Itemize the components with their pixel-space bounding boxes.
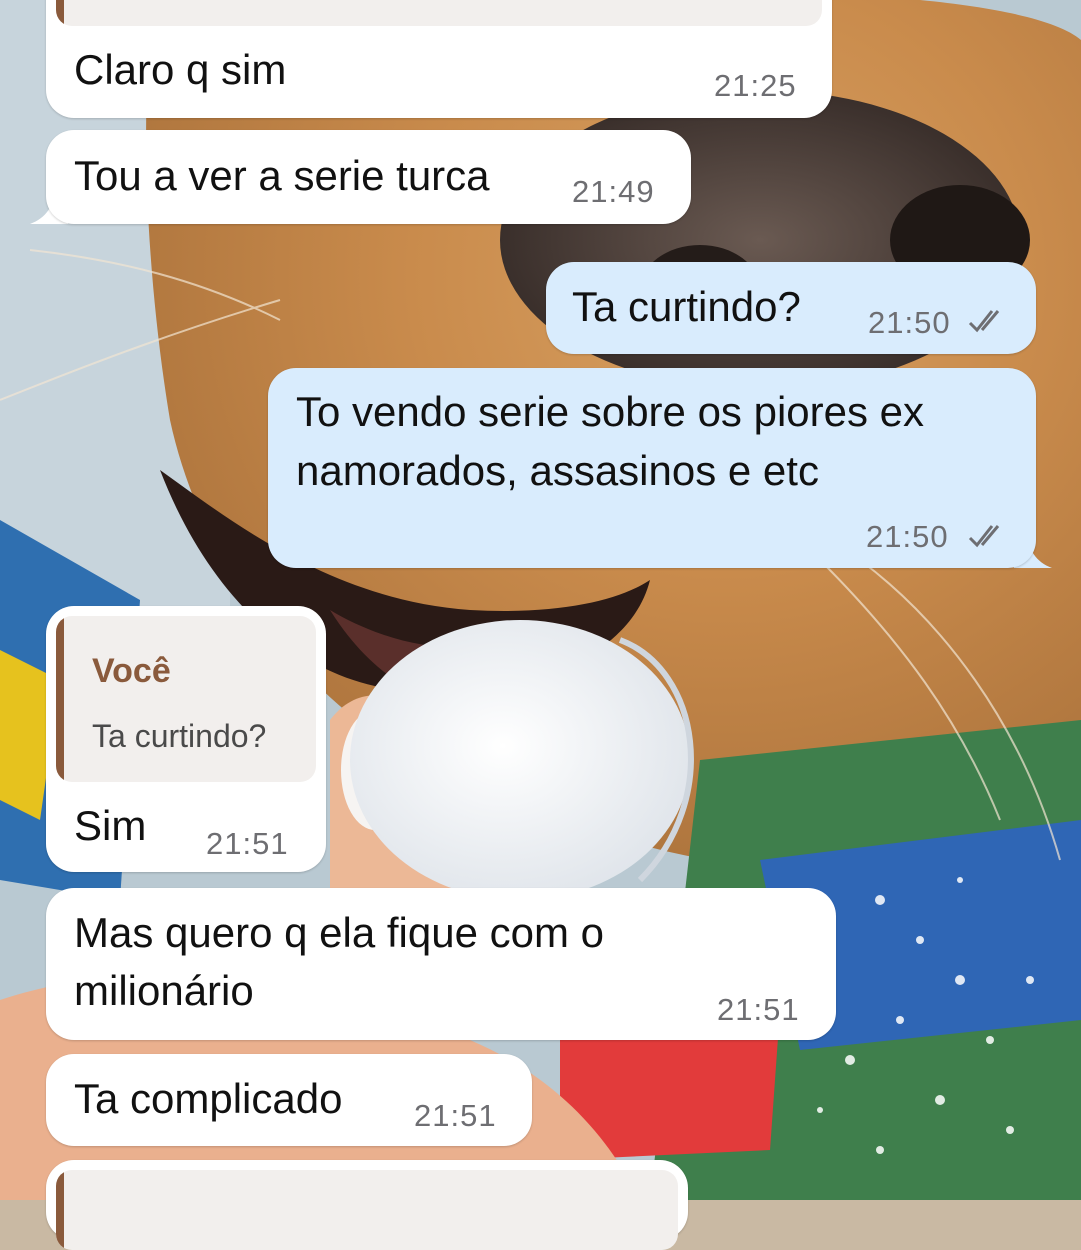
message-timestamp: 21:25 — [714, 68, 797, 103]
quote-text: Ta curtindo? — [92, 718, 267, 754]
quote-accent-bar — [56, 616, 64, 782]
message-bubble-incoming[interactable]: Mas quero q ela fique com o milionário 2… — [46, 888, 836, 1040]
message-text-line-2: milionário — [74, 967, 254, 1014]
read-ticks-icon — [968, 525, 1000, 548]
message-text: Claro q sim — [74, 46, 287, 93]
message-timestamp: 21:51 — [206, 826, 289, 861]
message-bubble-outgoing[interactable]: To vendo serie sobre os piores ex namora… — [268, 368, 1036, 568]
message-timestamp: 21:49 — [572, 174, 655, 209]
message-timestamp: 21:50 — [868, 305, 951, 340]
quote-author: Você — [92, 652, 171, 690]
message-text: Tou a ver a serie turca — [74, 152, 490, 199]
message-bubble-incoming-reply[interactable]: Você Ta curtindo? Sim 21:51 — [46, 606, 326, 872]
quoted-message-preview[interactable] — [56, 0, 822, 26]
quoted-message-preview[interactable]: Você Ta curtindo? — [56, 616, 316, 782]
message-bubble-incoming[interactable]: Claro q sim 21:25 — [46, 0, 832, 118]
message-bubble-incoming[interactable]: Tou a ver a serie turca 21:49 — [46, 130, 691, 224]
message-text-line-1: To vendo serie sobre os piores ex — [296, 388, 925, 435]
quoted-message-preview[interactable] — [56, 1170, 678, 1250]
message-text: Sim — [74, 802, 147, 849]
message-timestamp: 21:50 — [866, 519, 949, 554]
message-text: Ta complicado — [74, 1075, 343, 1122]
message-bubble-outgoing[interactable]: Ta curtindo? 21:50 — [546, 262, 1036, 354]
message-timestamp: 21:51 — [717, 992, 800, 1027]
message-bubble-incoming-partial[interactable] — [46, 1160, 688, 1250]
message-text: Ta curtindo? — [572, 283, 801, 330]
read-ticks-icon — [968, 310, 1000, 333]
message-text-line-1: Mas quero q ela fique com o — [74, 909, 604, 956]
quote-accent-bar — [56, 0, 64, 26]
message-timestamp: 21:51 — [414, 1098, 497, 1133]
message-text-line-2: namorados, assasinos e etc — [296, 447, 819, 494]
message-bubble-incoming[interactable]: Ta complicado 21:51 — [46, 1054, 532, 1146]
quote-accent-bar — [56, 1170, 64, 1250]
